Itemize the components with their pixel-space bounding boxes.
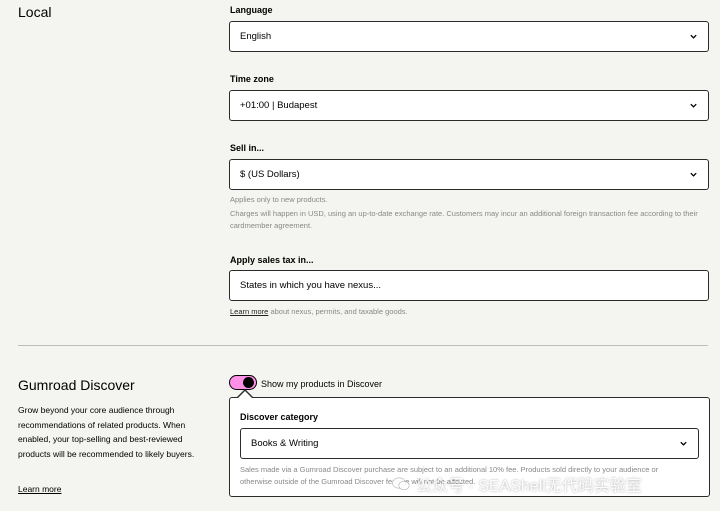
- discover-category-select[interactable]: Books & Writing: [240, 428, 699, 459]
- discover-toggle-label: Show my products in Discover: [261, 379, 383, 389]
- watermark: 公众号 · SEAShell无代码实验室: [392, 472, 642, 496]
- discover-category-value: Books & Writing: [251, 438, 319, 449]
- local-section-title: Local: [18, 4, 52, 20]
- sales-tax-label: Apply sales tax in...: [230, 255, 314, 265]
- language-value: English: [240, 31, 272, 42]
- panel-pointer-inner: [238, 391, 252, 398]
- toggle-knob: [243, 377, 254, 388]
- timezone-label: Time zone: [230, 74, 274, 84]
- timezone-select[interactable]: +01:00 | Budapest: [229, 90, 709, 121]
- section-divider: [18, 345, 708, 346]
- sales-tax-help-text: about nexus, permits, and taxable goods.: [270, 307, 408, 316]
- currency-help-charges: Charges will happen in USD, using an up-…: [230, 209, 698, 230]
- chevron-down-icon: [680, 441, 687, 446]
- currency-value: $ (US Dollars): [240, 169, 300, 180]
- sales-tax-input[interactable]: [229, 270, 709, 301]
- language-label: Language: [230, 5, 273, 15]
- wechat-icon: [392, 477, 410, 490]
- discover-toggle[interactable]: [229, 375, 257, 390]
- language-select[interactable]: English: [229, 21, 709, 52]
- sales-tax-learn-more-link[interactable]: Learn more: [230, 307, 268, 316]
- discover-section-title: Gumroad Discover: [18, 377, 135, 393]
- discover-description: Grow beyond your core audience through r…: [18, 405, 195, 459]
- sales-tax-help: Learn more about nexus, permits, and tax…: [230, 306, 408, 318]
- discover-category-label: Discover category: [240, 412, 319, 422]
- currency-label: Sell in...: [230, 143, 265, 153]
- timezone-value: +01:00 | Budapest: [240, 100, 318, 111]
- currency-help-new-products: Applies only to new products.: [230, 195, 328, 204]
- chevron-down-icon: [690, 34, 697, 39]
- chevron-down-icon: [690, 103, 697, 108]
- discover-learn-more-link[interactable]: Learn more: [18, 484, 61, 494]
- chevron-down-icon: [690, 172, 697, 177]
- watermark-text: 公众号 · SEAShell无代码实验室: [416, 478, 642, 495]
- currency-select[interactable]: $ (US Dollars): [229, 159, 709, 190]
